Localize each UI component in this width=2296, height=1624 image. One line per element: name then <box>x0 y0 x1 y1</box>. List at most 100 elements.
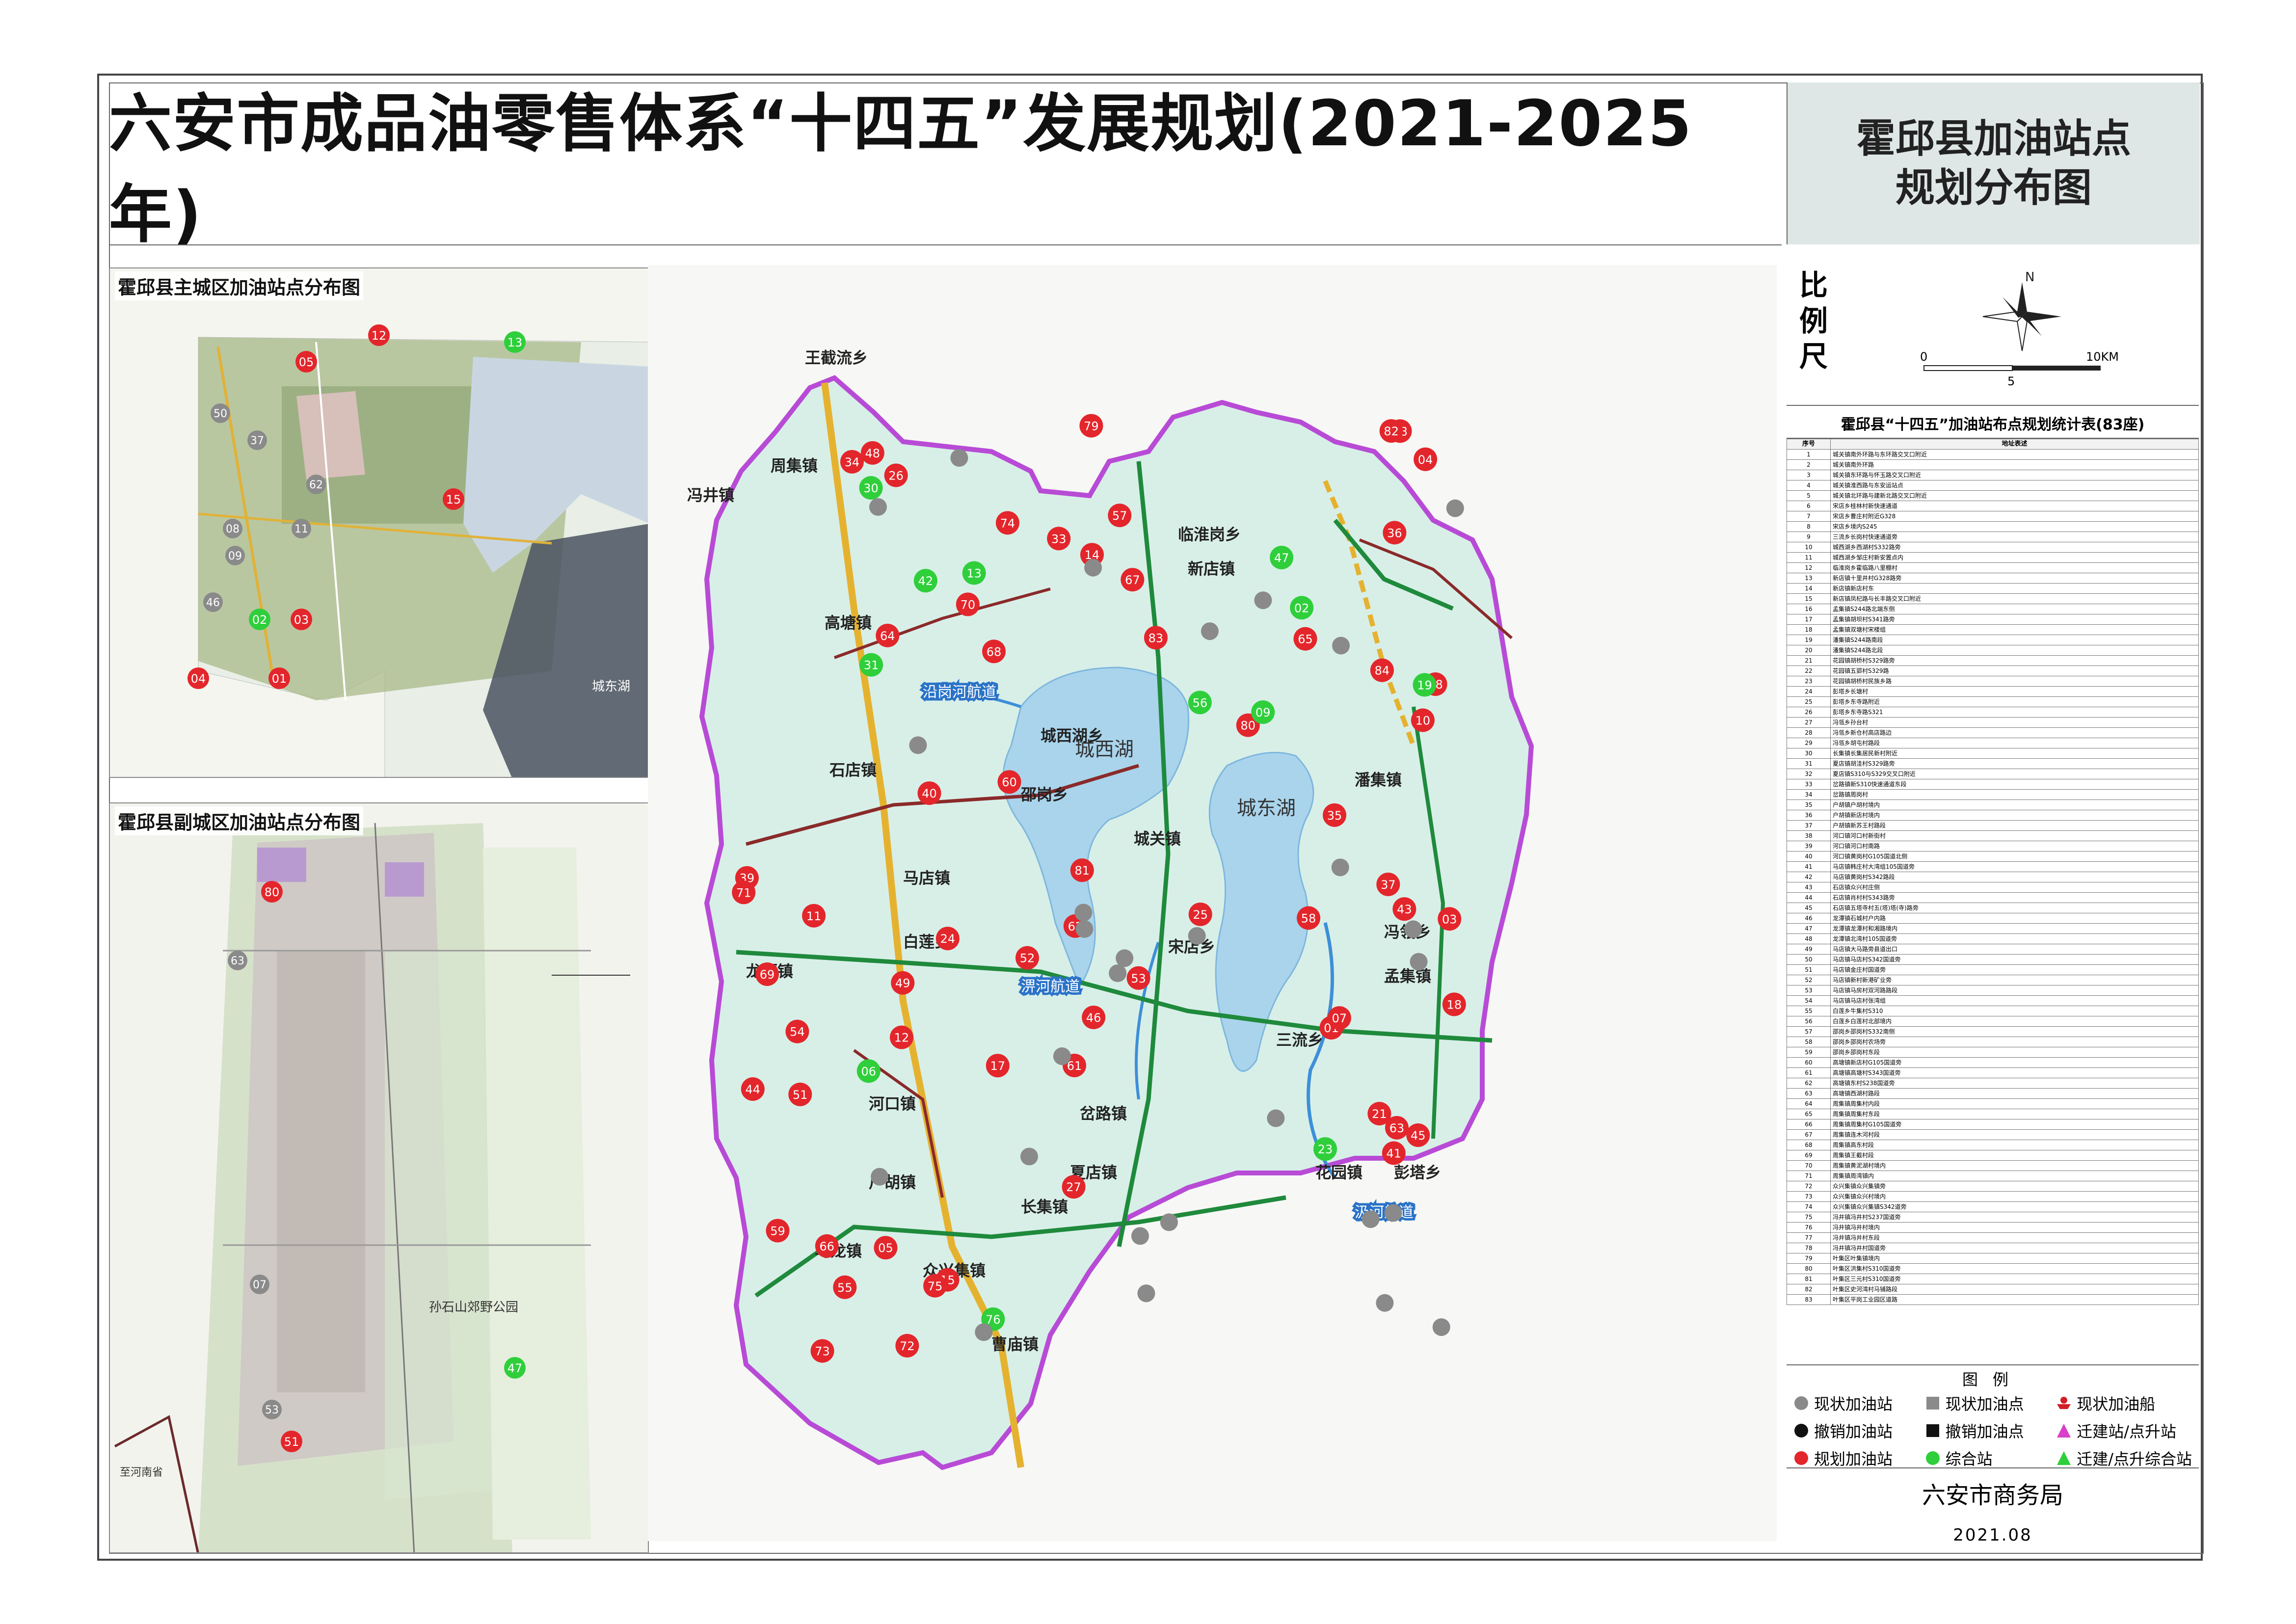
planned-station-marker: 40 <box>917 781 941 805</box>
table-row: 25 彭塔乡东寺路附近 <box>1787 696 2199 707</box>
planned-station-marker: 12 <box>889 1025 913 1049</box>
inset-station-13: 13 <box>504 331 526 353</box>
svg-text:41: 41 <box>1387 1147 1402 1161</box>
planned-station-marker: 60 <box>997 770 1021 794</box>
table-cell-no: 57 <box>1787 1026 1831 1037</box>
table-cell-address: 冯瓴乡孙台村 <box>1830 717 2199 728</box>
table-cell-address: 白莲乡白莲村北部境内 <box>1830 1016 2199 1027</box>
table-cell-address: 冯瓴乡胡屯村路段 <box>1830 738 2199 748</box>
table-row: 12 临淮岗乡霍临路八里棚村 <box>1787 562 2199 573</box>
table-cell-address: 河口镇黄岗村G105国道北侧 <box>1830 851 2199 862</box>
svg-text:15: 15 <box>446 493 461 506</box>
table-row: 27 冯瓴乡孙台村 <box>1787 717 2199 728</box>
table-row: 9 三流乡长岗村快速通道旁 <box>1787 532 2199 542</box>
table-cell-address: 彭塔乡东寺路S321 <box>1830 707 2199 718</box>
north-label: N <box>2025 270 2034 285</box>
table-row: 42 马店镇黄岗村S342路段 <box>1787 872 2199 882</box>
planned-station-marker: 49 <box>891 971 915 995</box>
town-label: 石店镇 <box>829 761 877 779</box>
planned-station-marker: 67 <box>1121 568 1145 592</box>
table-cell-address: 周集镇周集村G105国道旁 <box>1830 1119 2199 1130</box>
table-cell-no: 39 <box>1787 841 1831 852</box>
table-cell-no: 21 <box>1787 655 1831 666</box>
svg-text:17: 17 <box>990 1059 1006 1073</box>
table-row: 73 众兴集镇众兴村境内 <box>1787 1191 2199 1202</box>
svg-text:83: 83 <box>1148 631 1164 645</box>
planned-station-marker: 07 <box>1327 1006 1351 1030</box>
existing-station-marker <box>1074 904 1093 922</box>
table-cell-address: 城西湖乡邹庄村新安置点内 <box>1830 552 2199 563</box>
svg-text:05: 05 <box>878 1241 893 1255</box>
table-cell-no: 76 <box>1787 1222 1831 1233</box>
svg-text:71: 71 <box>736 886 751 900</box>
planned-station-marker: 33 <box>1047 527 1071 551</box>
planned-station-marker: 64 <box>876 623 900 647</box>
svg-text:56: 56 <box>1193 696 1208 710</box>
planned-station-marker: 24 <box>935 927 960 951</box>
inset-station-53: 53 <box>262 1400 282 1419</box>
svg-text:55: 55 <box>837 1281 853 1295</box>
svg-text:11: 11 <box>294 523 308 535</box>
table-row: 52 马店镇新村新港矿业旁 <box>1787 975 2199 985</box>
table-row: 59 邵岗乡邵岗村东段 <box>1787 1047 2199 1058</box>
table-row: 19 潘集镇S244路南段 <box>1787 635 2199 645</box>
scale-tick-0: 0 <box>1920 350 1927 364</box>
table-cell-address: 三流乡长岗村快速通道旁 <box>1830 532 2199 542</box>
inset-station-01: 01 <box>268 667 290 689</box>
table-cell-address: 新店镇凤杞路与长丰路交叉口附近 <box>1830 593 2199 604</box>
table-row: 79 叶集区叶集镇境内 <box>1787 1253 2199 1264</box>
table-row: 21 花园镇胡桥村S329路旁 <box>1787 655 2199 666</box>
table-cell-no: 17 <box>1787 614 1831 625</box>
table-cell-no: 30 <box>1787 748 1831 759</box>
table-cell-address: 宋店乡桂林村新快速通道 <box>1830 501 2199 511</box>
page-title: 六安市成品油零售体系“十四五”发展规划(2021-2025年) <box>109 87 1693 251</box>
table-cell-address: 白莲乡牛集村S310 <box>1830 1006 2199 1016</box>
table-row: 76 冯井镇冯井村境内 <box>1787 1222 2199 1233</box>
inset-station-46: 46 <box>203 592 223 612</box>
table-cell-address: 马店镇马店村S342国道旁 <box>1830 954 2199 965</box>
inset-station-07: 07 <box>250 1275 269 1294</box>
composite-station-marker: 06 <box>856 1059 881 1083</box>
table-cell-no: 62 <box>1787 1078 1831 1089</box>
main-map-svg: 城西湖 城东湖 沿岗河航道 汲河航道 淠河航道 周集镇王截流乡冯井镇高塘镇石店镇… <box>648 265 1777 1541</box>
table-cell-no: 56 <box>1787 1016 1831 1027</box>
table-cell-address: 城关镇东环路与怀玉路交叉口附近 <box>1830 470 2199 480</box>
svg-text:34: 34 <box>845 455 860 469</box>
svg-text:03: 03 <box>294 613 309 627</box>
composite-station-marker: 47 <box>1270 546 1294 570</box>
composite-station-marker: 42 <box>913 569 937 593</box>
table-row: 67 周集镇连木河村段 <box>1787 1129 2199 1140</box>
table-cell-no: 44 <box>1787 892 1831 903</box>
legend-circle-icon <box>1794 1424 1808 1438</box>
table-cell-address: 长集镇长集居民新村附近 <box>1830 748 2199 759</box>
table-row: 11 城西湖乡邹庄村新安置点内 <box>1787 552 2199 563</box>
svg-text:09: 09 <box>228 550 242 562</box>
table-cell-address: 冯井镇冯井村东段 <box>1830 1232 2199 1243</box>
table-cell-address: 冯瓴乡新仓村高店路边 <box>1830 727 2199 738</box>
svg-text:54: 54 <box>790 1025 805 1039</box>
table-cell-no: 59 <box>1787 1047 1831 1058</box>
existing-station-marker <box>1116 949 1134 967</box>
planned-station-marker: 68 <box>982 639 1006 664</box>
table-cell-no: 1 <box>1787 449 1831 460</box>
table-row: 30 长集镇长集居民新村附近 <box>1787 748 2199 759</box>
svg-text:23: 23 <box>1318 1143 1333 1156</box>
table-cell-no: 27 <box>1787 717 1831 728</box>
planned-station-marker: 73 <box>810 1339 834 1363</box>
existing-station-marker <box>1376 1294 1394 1312</box>
table-row: 16 孟集镇S244路北端东侧 <box>1787 604 2199 614</box>
table-cell-address: 马店镇马店村张湾组 <box>1830 995 2199 1006</box>
table-cell-address: 岔路镇新S310快速通道东段 <box>1830 779 2199 790</box>
legend-label: 迁建站/点升站 <box>2077 1422 2176 1441</box>
table-cell-address: 宋店乡境内S245 <box>1830 521 2199 532</box>
planned-station-marker: 83 <box>1144 626 1168 650</box>
svg-text:65: 65 <box>1298 633 1313 646</box>
legend-item: 迁建站/点升站 <box>2056 1419 2192 1442</box>
table-header-address: 地址表述 <box>1830 439 2199 450</box>
svg-text:30: 30 <box>863 481 879 495</box>
svg-text:75: 75 <box>928 1279 943 1293</box>
scale-tick-5: 5 <box>2007 374 2015 388</box>
town-label: 马店镇 <box>903 869 950 887</box>
svg-text:60: 60 <box>1002 775 1017 789</box>
existing-station-marker <box>1137 1284 1155 1303</box>
